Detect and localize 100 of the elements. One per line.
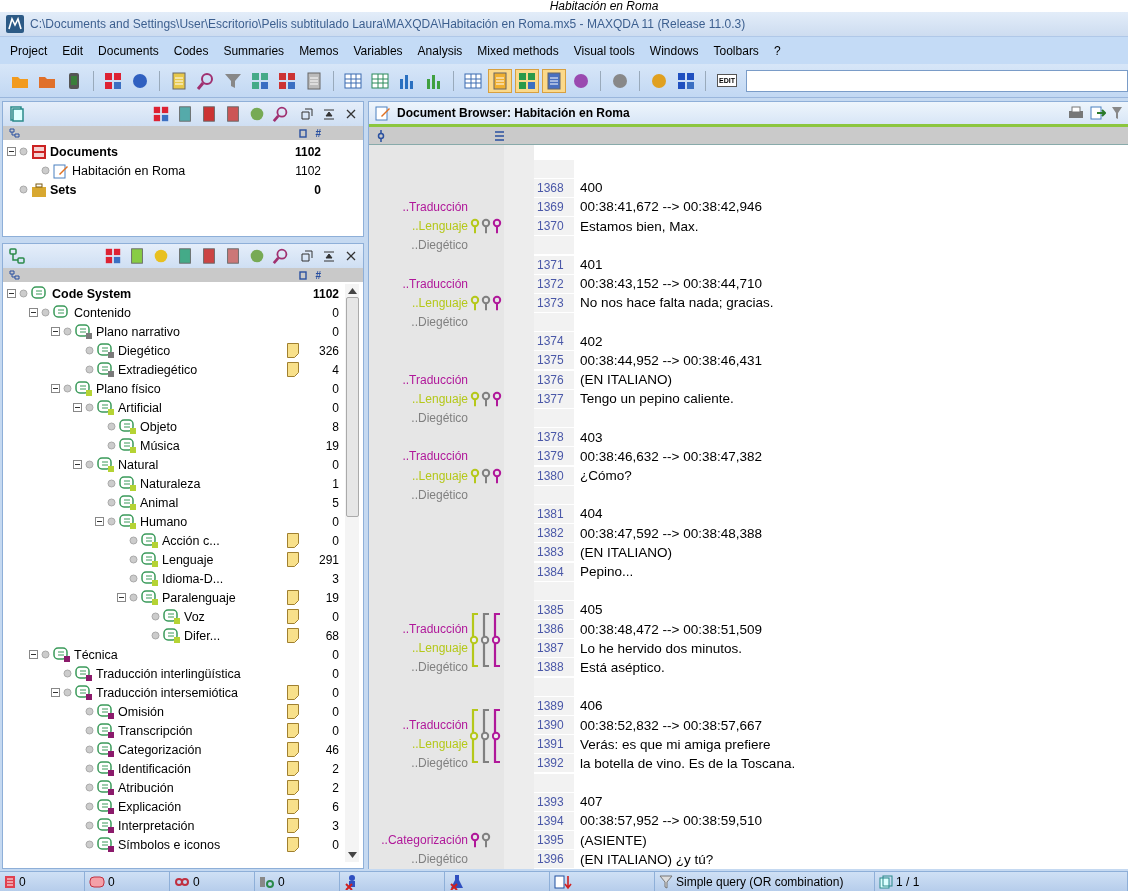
column-header[interactable]: # — [313, 269, 321, 281]
code-item[interactable]: Difer... — [184, 628, 221, 643]
menu-item[interactable]: Analysis — [417, 43, 463, 58]
code-item[interactable]: Voz — [184, 609, 205, 624]
code-item[interactable]: Técnica — [74, 647, 118, 662]
code-item[interactable]: Traducción intersemiótica — [96, 685, 238, 700]
code-item[interactable]: Transcripción — [118, 723, 193, 738]
menu-item[interactable]: Variables — [353, 43, 403, 58]
collapse-icon[interactable] — [73, 460, 82, 469]
code-label[interactable]: ..Traducción — [402, 449, 468, 464]
code-item[interactable]: Extradiegético — [118, 362, 198, 377]
code-item[interactable]: Humano — [140, 514, 188, 529]
code-item[interactable]: Atribución — [118, 780, 174, 795]
memo-icon[interactable] — [287, 362, 299, 377]
code-item[interactable]: Música — [140, 438, 180, 453]
code-item[interactable]: Plano físico — [96, 381, 161, 396]
code-item[interactable]: Plano narrativo — [96, 324, 181, 339]
grid-icon[interactable] — [152, 105, 170, 123]
code-item[interactable]: Objeto — [140, 419, 177, 434]
code-item[interactable]: Animal — [140, 495, 179, 510]
export-icon[interactable] — [1090, 105, 1106, 121]
menu-item[interactable]: Summaries — [223, 43, 285, 58]
code-item[interactable]: Diegético — [118, 343, 171, 358]
memo-icon[interactable] — [287, 723, 299, 738]
memo-icon[interactable] — [287, 685, 299, 700]
code-item[interactable]: Omisión — [118, 704, 164, 719]
code-item[interactable]: Natural — [118, 457, 159, 472]
collapse-icon[interactable] — [7, 289, 16, 298]
code-item[interactable]: Idioma-D... — [162, 571, 224, 586]
tree-item[interactable]: Habitación en Roma — [72, 163, 186, 178]
close-icon[interactable] — [345, 250, 357, 262]
menu-item[interactable]: ? — [773, 43, 781, 58]
code-item[interactable]: Identificación — [118, 761, 191, 776]
menu-item[interactable]: Edit — [62, 43, 84, 58]
collapse-icon[interactable] — [73, 403, 82, 412]
code-item[interactable]: Categorización — [118, 742, 202, 757]
collapse-icon[interactable] — [117, 593, 126, 602]
code-label[interactable]: ..Traducción — [402, 718, 468, 733]
menu-item[interactable]: Codes — [173, 43, 209, 58]
code-label[interactable]: ..Traducción — [402, 199, 468, 214]
memo-icon[interactable] — [287, 628, 299, 643]
collapse-icon[interactable] — [29, 650, 38, 659]
collapse-icon[interactable] — [51, 327, 60, 336]
code-item[interactable]: Traducción interlingüística — [96, 666, 241, 681]
restore-icon[interactable] — [301, 108, 313, 120]
maximize-icon[interactable] — [323, 108, 335, 120]
memo-icon[interactable] — [287, 799, 299, 814]
scroll-up-icon[interactable] — [347, 288, 357, 294]
collapse-icon[interactable] — [95, 517, 104, 526]
memo-icon[interactable] — [287, 343, 299, 358]
code-label[interactable]: ..Traducción — [402, 372, 468, 387]
memo-icon[interactable] — [287, 837, 299, 852]
code-label[interactable]: ..Traducción — [402, 276, 468, 291]
memo-icon[interactable] — [287, 552, 299, 567]
code-item[interactable]: Interpretación — [118, 818, 195, 833]
search-icon[interactable] — [272, 105, 290, 123]
column-header[interactable]: # — [313, 127, 321, 139]
memo-icon[interactable] — [287, 742, 299, 757]
menu-item[interactable]: Project — [10, 43, 48, 58]
code-item[interactable]: Artificial — [118, 400, 162, 415]
code-item[interactable]: Contenido — [74, 305, 131, 320]
menu-item[interactable]: Toolbars — [713, 43, 759, 58]
code-label[interactable]: ..Categorización — [381, 833, 468, 848]
tree-item[interactable]: Sets — [50, 182, 77, 197]
code-item[interactable]: Lenguaje — [162, 552, 214, 567]
collapse-icon[interactable] — [29, 308, 38, 317]
code-label[interactable]: ..Traducción — [402, 622, 468, 637]
memo-icon[interactable] — [287, 533, 299, 548]
search-icon[interactable] — [272, 247, 290, 265]
close-icon[interactable] — [345, 108, 357, 120]
code-item[interactable]: Acción c... — [162, 533, 220, 548]
code-item[interactable]: Símbolos e iconos — [118, 837, 221, 852]
menu-item[interactable]: Windows — [649, 43, 699, 58]
memo-icon[interactable] — [287, 704, 299, 719]
code-item[interactable]: Explicación — [118, 799, 182, 814]
memo-icon[interactable] — [287, 609, 299, 624]
input-field[interactable] — [745, 69, 1128, 92]
collapse-icon[interactable] — [7, 147, 16, 156]
collapse-icon[interactable] — [51, 688, 60, 697]
funnel-icon[interactable] — [1112, 105, 1122, 121]
menu-item[interactable]: Mixed methods — [477, 43, 559, 58]
code-item[interactable]: Paralenguaje — [162, 590, 236, 605]
memo-icon[interactable] — [287, 761, 299, 776]
restore-icon[interactable] — [301, 250, 313, 262]
scroll-thumb[interactable] — [345, 297, 359, 517]
memo-icon[interactable] — [287, 780, 299, 795]
memo-icon[interactable] — [287, 818, 299, 833]
memo-icon[interactable] — [287, 590, 299, 605]
collapse-icon[interactable] — [51, 384, 60, 393]
code-item[interactable]: Code System — [52, 286, 132, 301]
scroll-down-icon[interactable] — [347, 852, 357, 858]
tree-item[interactable]: Documents — [50, 144, 119, 159]
grid-icon[interactable] — [104, 247, 122, 265]
menu-item[interactable]: Documents — [98, 43, 159, 58]
printer-icon[interactable] — [1068, 105, 1084, 121]
menu-item[interactable]: Visual tools — [573, 43, 635, 58]
code-item[interactable]: Naturaleza — [140, 476, 201, 491]
scrollbar[interactable] — [345, 284, 359, 862]
menu-item[interactable]: Memos — [299, 43, 339, 58]
maximize-icon[interactable] — [323, 250, 335, 262]
